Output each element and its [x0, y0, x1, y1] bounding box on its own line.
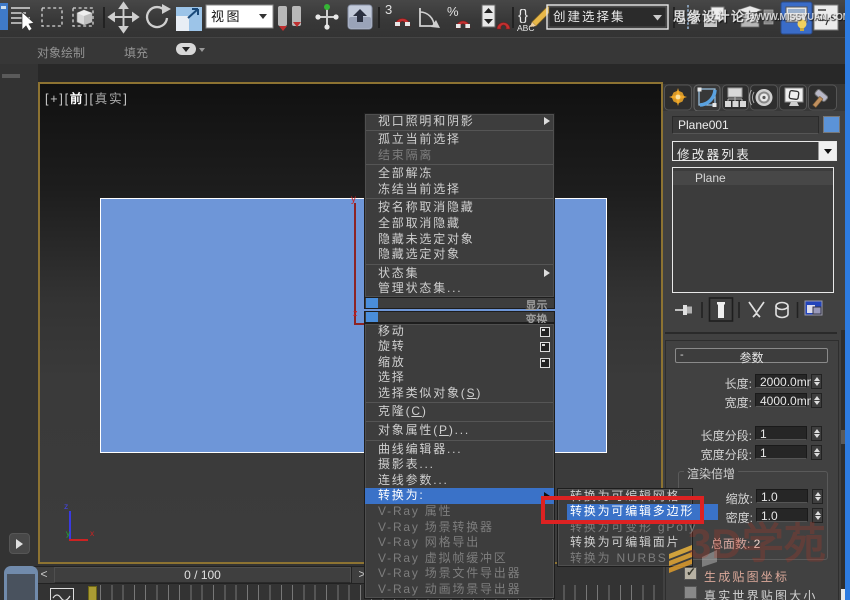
svg-text:3: 3	[385, 2, 392, 17]
svg-text:视图: 视图	[211, 9, 242, 24]
svg-text:%: %	[447, 4, 459, 19]
svg-text:创建选择集: 创建选择集	[553, 9, 626, 24]
svg-text:{}: {}	[518, 7, 528, 24]
